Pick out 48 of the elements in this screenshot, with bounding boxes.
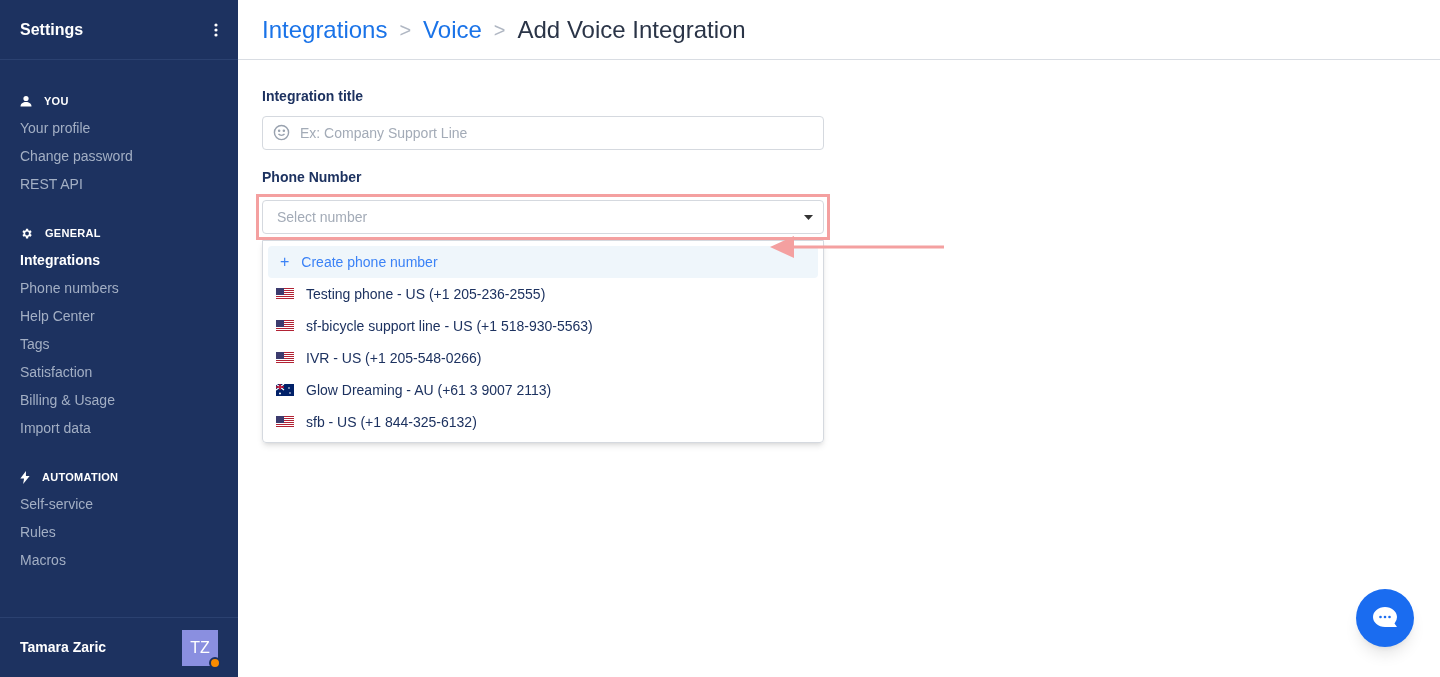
smiley-icon bbox=[273, 124, 290, 141]
sidebar-link[interactable]: Billing & Usage bbox=[20, 386, 218, 414]
chat-bubble-icon bbox=[1372, 606, 1398, 630]
dropdown-option[interactable]: + Create phone number bbox=[268, 246, 818, 278]
section-heading: YOU bbox=[44, 93, 69, 109]
section-heading: GENERAL bbox=[45, 225, 101, 241]
title-input[interactable]: Ex: Company Support Line bbox=[262, 116, 824, 150]
sidebar-link[interactable]: Integrations bbox=[20, 246, 218, 274]
section-heading: AUTOMATION bbox=[42, 469, 119, 485]
sidebar-title: Settings bbox=[20, 19, 84, 40]
sidebar-link[interactable]: Phone numbers bbox=[20, 274, 218, 302]
user-avatar[interactable]: TZ bbox=[182, 629, 218, 666]
flag-icon bbox=[276, 320, 294, 332]
flag-icon bbox=[276, 352, 294, 364]
phone-select[interactable]: Select number bbox=[262, 200, 824, 234]
chat-button[interactable] bbox=[1356, 589, 1414, 647]
breadcrumb-separator: > bbox=[399, 17, 412, 43]
more-options-icon[interactable] bbox=[214, 22, 218, 37]
user-name: Tamara Zaric bbox=[20, 638, 107, 657]
dropdown-option[interactable]: Testing phone - US (+1 205-236-2555) bbox=[268, 278, 818, 310]
flag-icon bbox=[276, 288, 294, 300]
flag-icon bbox=[276, 416, 294, 428]
breadcrumb-link[interactable]: Integrations bbox=[262, 11, 388, 48]
sidebar-link[interactable]: Macros bbox=[20, 546, 218, 574]
person-icon bbox=[20, 95, 32, 107]
sidebar-link[interactable]: Self-service bbox=[20, 490, 218, 518]
dropdown-option[interactable]: sf-bicycle support line - US (+1 518-930-5563) bbox=[268, 310, 818, 342]
sidebar-link[interactable]: Rules bbox=[20, 518, 218, 546]
field-label: Integration title bbox=[262, 87, 365, 106]
sidebar-link[interactable]: Satisfaction bbox=[20, 358, 218, 386]
plus-icon: + bbox=[280, 250, 290, 274]
dropdown-option[interactable]: sfb - US (+1 844-325-6132) bbox=[268, 406, 818, 438]
breadcrumb-separator: > bbox=[493, 17, 506, 43]
sidebar-link[interactable]: Tags bbox=[20, 330, 218, 358]
sidebar-link[interactable]: Your profile bbox=[20, 114, 218, 142]
sidebar-link[interactable]: Import data bbox=[20, 414, 218, 442]
lightning-icon bbox=[20, 470, 30, 484]
settings-icon bbox=[20, 226, 33, 240]
sidebar-link[interactable]: REST API bbox=[20, 170, 218, 198]
page-title: Add Voice Integration bbox=[517, 14, 746, 45]
caret-icon bbox=[804, 215, 813, 220]
sidebar-link[interactable]: Change password bbox=[20, 142, 218, 170]
field-label: Phone Number bbox=[262, 168, 363, 187]
sidebar-link[interactable]: Help Center bbox=[20, 302, 218, 330]
flag-icon bbox=[276, 384, 294, 396]
dropdown-option[interactable]: IVR - US (+1 205-548-0266) bbox=[268, 342, 818, 374]
dropdown-option[interactable]: Glow Dreaming - AU (+61 3 9007 2113) bbox=[268, 374, 818, 406]
breadcrumb-link[interactable]: Voice bbox=[423, 11, 482, 48]
